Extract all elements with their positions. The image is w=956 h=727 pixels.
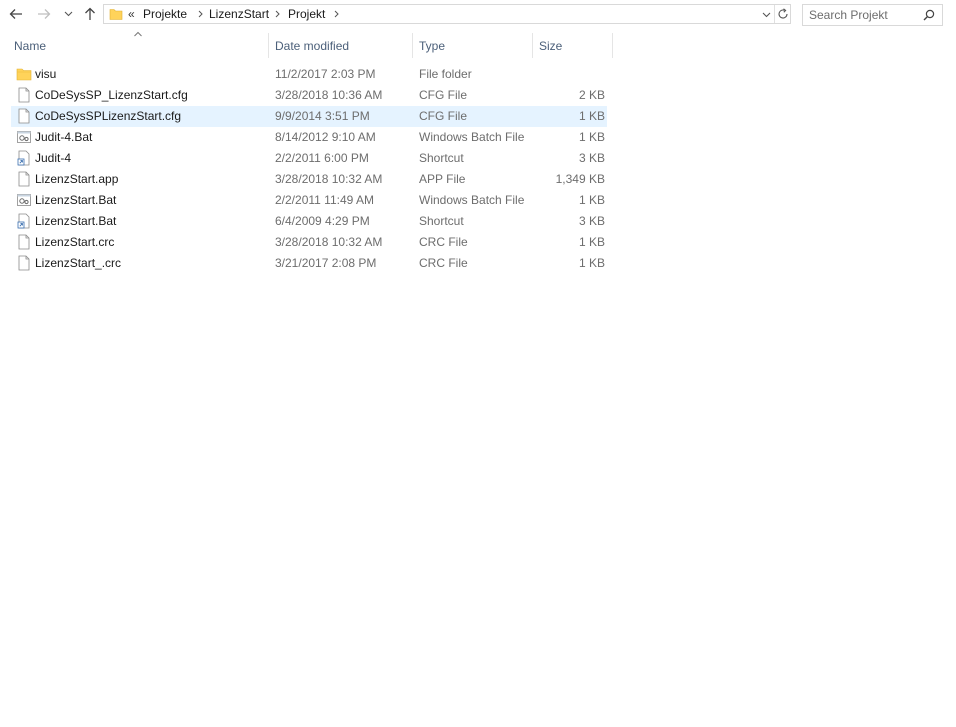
file-icon bbox=[18, 108, 30, 124]
file-name: CoDeSysSPLizenzStart.cfg bbox=[35, 109, 182, 123]
folder-icon bbox=[109, 9, 123, 20]
address-overflow-chevron[interactable]: « bbox=[128, 7, 135, 21]
file-name: LizenzStart.Bat bbox=[35, 214, 117, 228]
column-header-name[interactable]: Name bbox=[8, 36, 268, 58]
file-date-modified: 3/28/2018 10:32 AM bbox=[275, 172, 383, 186]
chevron-down-icon bbox=[762, 12, 770, 18]
file-row[interactable]: LizenzStart_.crc 3/21/2017 2:08 PM CRC F… bbox=[11, 253, 607, 274]
search-box[interactable] bbox=[802, 4, 943, 26]
refresh-icon bbox=[778, 8, 788, 19]
refresh-button[interactable] bbox=[776, 7, 790, 21]
chevron-right-icon bbox=[334, 10, 339, 18]
file-size: 1 KB bbox=[578, 193, 605, 207]
file-size: 3 KB bbox=[578, 151, 605, 165]
file-icon bbox=[18, 171, 30, 187]
batch-file-icon bbox=[17, 194, 31, 206]
file-date-modified: 2/2/2011 11:49 AM bbox=[275, 193, 374, 207]
file-type: Shortcut bbox=[419, 214, 464, 228]
column-header-type[interactable]: Type bbox=[413, 36, 532, 58]
breadcrumb-lizenzstart[interactable]: LizenzStart bbox=[209, 7, 269, 21]
file-date-modified: 6/4/2009 4:29 PM bbox=[275, 214, 370, 228]
breadcrumb-projekte[interactable]: Projekte bbox=[143, 7, 187, 21]
file-date-modified: 3/21/2017 2:08 PM bbox=[275, 256, 377, 270]
file-size: 1,349 KB bbox=[555, 172, 605, 186]
file-date-modified: 8/14/2012 9:10 AM bbox=[275, 130, 376, 144]
file-type: CRC File bbox=[419, 256, 468, 270]
file-row[interactable]: Judit-4.Bat 8/14/2012 9:10 AM Windows Ba… bbox=[11, 127, 607, 148]
file-row-selected[interactable]: CoDeSysSPLizenzStart.cfg 9/9/2014 3:51 P… bbox=[11, 106, 607, 127]
file-size: 1 KB bbox=[578, 256, 605, 270]
breadcrumb-separator[interactable] bbox=[331, 7, 341, 21]
file-icon bbox=[18, 255, 30, 271]
file-date-modified: 3/28/2018 10:36 AM bbox=[275, 88, 383, 102]
navigation-bar: « Projekte LizenzStart Projekt bbox=[0, 0, 956, 30]
file-icon bbox=[18, 234, 30, 250]
file-name: LizenzStart_.crc bbox=[35, 256, 122, 270]
file-name: Judit-4 bbox=[35, 151, 72, 165]
search-input[interactable] bbox=[809, 7, 919, 23]
batch-file-icon bbox=[17, 131, 31, 143]
folder-icon bbox=[16, 68, 32, 81]
up-arrow-icon bbox=[85, 7, 95, 20]
file-type: Shortcut bbox=[419, 151, 464, 165]
file-size: 2 KB bbox=[578, 88, 605, 102]
file-date-modified: 9/9/2014 3:51 PM bbox=[275, 109, 370, 123]
file-row[interactable]: visu 11/2/2017 2:03 PM File folder bbox=[11, 64, 607, 85]
file-size: 1 KB bbox=[578, 130, 605, 144]
file-type: CFG File bbox=[419, 109, 467, 123]
file-row[interactable]: LizenzStart.Bat 6/4/2009 4:29 PM Shortcu… bbox=[11, 211, 607, 232]
search-icon bbox=[923, 9, 935, 21]
file-row[interactable]: Judit-4 2/2/2011 6:00 PM Shortcut 3 KB bbox=[11, 148, 607, 169]
file-row[interactable]: LizenzStart.crc 3/28/2018 10:32 AM CRC F… bbox=[11, 232, 607, 253]
file-type: CRC File bbox=[419, 235, 468, 249]
breadcrumb-separator[interactable] bbox=[195, 7, 205, 21]
address-divider bbox=[774, 5, 775, 23]
file-row[interactable]: LizenzStart.Bat 2/2/2011 11:49 AM Window… bbox=[11, 190, 607, 211]
file-name: LizenzStart.crc bbox=[35, 235, 115, 249]
back-button[interactable] bbox=[6, 4, 26, 24]
forward-arrow-icon bbox=[38, 9, 51, 19]
search-button[interactable] bbox=[922, 8, 936, 22]
recent-locations-button[interactable] bbox=[59, 4, 77, 24]
column-header-date-modified[interactable]: Date modified bbox=[269, 36, 412, 58]
file-date-modified: 2/2/2011 6:00 PM bbox=[275, 151, 369, 165]
file-name: Judit-4.Bat bbox=[35, 130, 93, 144]
file-type: CFG File bbox=[419, 88, 467, 102]
file-size: 1 KB bbox=[578, 235, 605, 249]
chevron-down-icon bbox=[64, 11, 72, 17]
forward-button[interactable] bbox=[34, 4, 54, 24]
file-type: APP File bbox=[419, 172, 466, 186]
address-dropdown-button[interactable] bbox=[759, 8, 773, 22]
file-type: Windows Batch File bbox=[419, 130, 525, 144]
file-row[interactable]: CoDeSysSP_LizenzStart.cfg 3/28/2018 10:3… bbox=[11, 85, 607, 106]
up-button[interactable] bbox=[80, 4, 100, 24]
shortcut-icon bbox=[17, 150, 30, 166]
chevron-right-icon bbox=[198, 10, 203, 18]
file-date-modified: 11/2/2017 2:03 PM bbox=[275, 67, 376, 81]
column-divider[interactable] bbox=[612, 33, 613, 58]
chevron-right-icon bbox=[275, 10, 280, 18]
back-arrow-icon bbox=[9, 9, 22, 19]
breadcrumb-projekt[interactable]: Projekt bbox=[288, 7, 325, 21]
file-size: 3 KB bbox=[578, 214, 605, 228]
file-name: visu bbox=[35, 67, 57, 81]
file-type: Windows Batch File bbox=[419, 193, 525, 207]
column-header-size[interactable]: Size bbox=[533, 36, 612, 58]
file-name: LizenzStart.Bat bbox=[35, 193, 117, 207]
file-size: 1 KB bbox=[578, 109, 605, 123]
file-date-modified: 3/28/2018 10:32 AM bbox=[275, 235, 383, 249]
address-bar[interactable]: « Projekte LizenzStart Projekt bbox=[103, 4, 791, 24]
file-type: File folder bbox=[419, 67, 472, 81]
file-row[interactable]: LizenzStart.app 3/28/2018 10:32 AM APP F… bbox=[11, 169, 607, 190]
breadcrumb-separator[interactable] bbox=[272, 7, 282, 21]
file-icon bbox=[18, 87, 30, 103]
shortcut-icon bbox=[17, 213, 30, 229]
file-name: CoDeSysSP_LizenzStart.cfg bbox=[35, 88, 188, 102]
file-name: LizenzStart.app bbox=[35, 172, 119, 186]
